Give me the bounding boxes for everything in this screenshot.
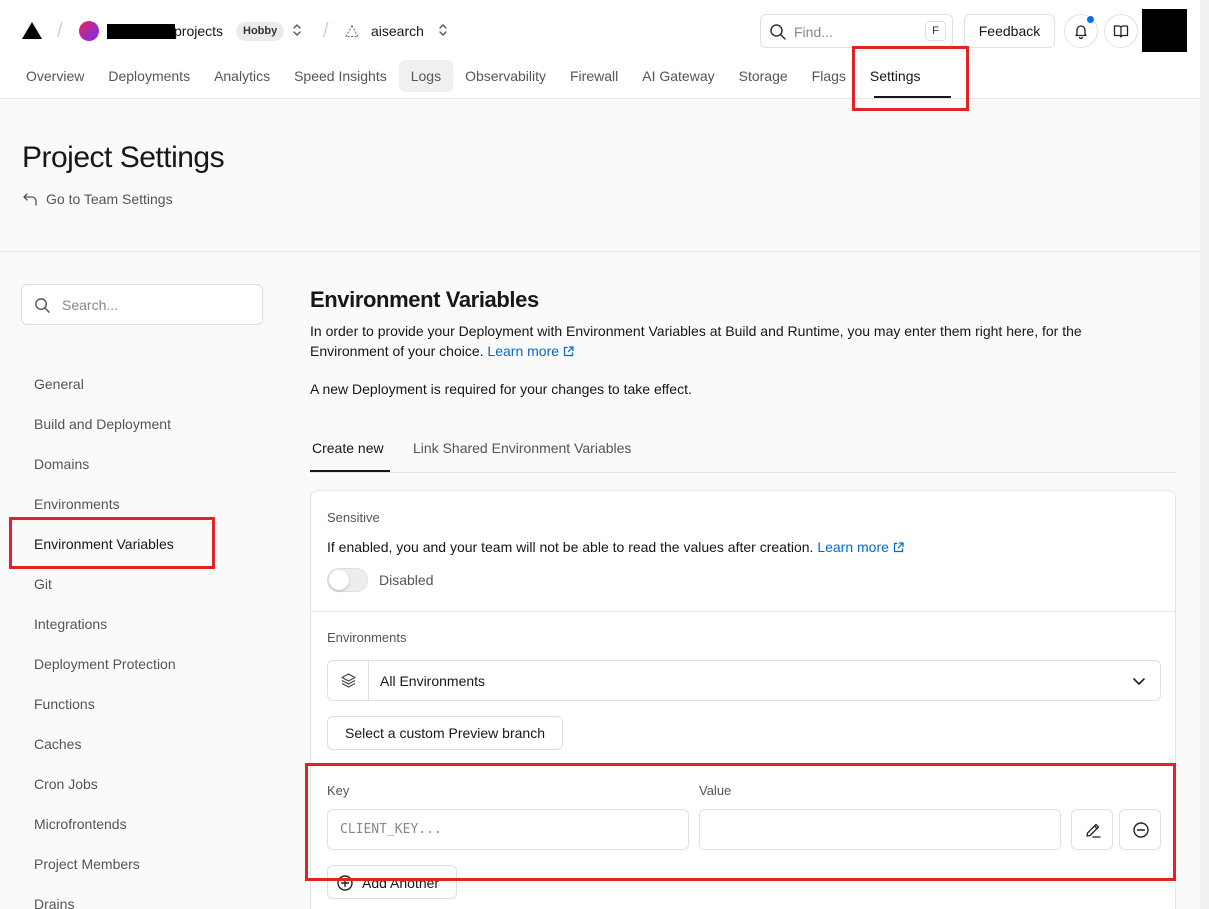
nav-logs[interactable]: Logs (398, 60, 454, 92)
search-icon (35, 298, 50, 313)
separator-slash: / (57, 20, 63, 42)
sidebar-item-microfrontends[interactable]: Microfrontends (34, 816, 127, 832)
docs-button[interactable] (1104, 14, 1138, 48)
custom-preview-branch-button[interactable]: Select a custom Preview branch (327, 716, 563, 750)
bell-icon (1075, 25, 1087, 39)
sidebar-item-drains[interactable]: Drains (34, 896, 74, 909)
nav-flags[interactable]: Flags (800, 60, 858, 92)
chevron-down-icon (1133, 678, 1145, 685)
sidebar-item-integrations[interactable]: Integrations (34, 616, 107, 632)
sidebar-item-general[interactable]: General (34, 376, 84, 392)
tab-link-shared[interactable]: Link Shared Environment Variables (413, 440, 631, 456)
sidebar-search-placeholder: Search... (62, 297, 119, 313)
team-name[interactable]: projects (174, 23, 223, 39)
environments-select-value: All Environments (380, 673, 486, 689)
sidebar-item-caches[interactable]: Caches (34, 736, 81, 752)
highlight-settings-tab (852, 46, 969, 111)
team-settings-link[interactable]: Go to Team Settings (22, 191, 173, 207)
book-icon (1113, 25, 1129, 38)
deployment-note: A new Deployment is required for your ch… (310, 381, 692, 397)
external-link-icon (563, 346, 574, 357)
nav-storage[interactable]: Storage (727, 60, 800, 92)
project-switcher-chevron-icon[interactable] (437, 21, 449, 39)
sensitive-toggle-label: Disabled (379, 572, 434, 588)
find-shortcut-key: F (925, 21, 946, 41)
learn-more-label: Learn more (487, 343, 560, 359)
sidebar-item-cron-jobs[interactable]: Cron Jobs (34, 776, 98, 792)
sensitive-label: Sensitive (327, 510, 380, 525)
find-input[interactable]: Find... F (760, 14, 953, 48)
highlight-key-value-row (305, 763, 1176, 881)
sensitive-toggle[interactable] (327, 568, 368, 592)
team-name-redacted (107, 24, 175, 39)
highlight-environment-variables (9, 517, 215, 569)
project-name[interactable]: aisearch (371, 23, 424, 39)
sensitive-description-text: If enabled, you and your team will not b… (327, 539, 814, 555)
sidebar-item-functions[interactable]: Functions (34, 696, 95, 712)
tab-create-new[interactable]: Create new (312, 440, 384, 456)
page-title: Project Settings (22, 141, 225, 174)
sensitive-learn-more-label: Learn more (817, 539, 889, 555)
sidebar-search-input[interactable]: Search... (21, 284, 263, 325)
notifications-button[interactable] (1064, 14, 1098, 48)
return-arrow-icon (23, 193, 37, 206)
user-avatar[interactable] (1142, 9, 1187, 52)
team-avatar[interactable] (79, 21, 99, 41)
project-nav: Overview Deployments Analytics Speed Ins… (14, 60, 932, 92)
sensitive-learn-more-link[interactable]: Learn more (817, 539, 904, 555)
nav-firewall[interactable]: Firewall (558, 60, 630, 92)
nav-overview[interactable]: Overview (14, 60, 96, 92)
nav-observability[interactable]: Observability (453, 60, 558, 92)
tabs-divider (310, 472, 1176, 473)
team-settings-label: Go to Team Settings (46, 191, 173, 207)
feedback-button[interactable]: Feedback (964, 14, 1055, 48)
nav-analytics[interactable]: Analytics (202, 60, 282, 92)
team-switcher-chevron-icon[interactable] (291, 21, 303, 39)
learn-more-link[interactable]: Learn more (487, 343, 574, 359)
find-placeholder: Find... (794, 24, 833, 40)
section-description: In order to provide your Deployment with… (310, 321, 1130, 361)
vercel-logo-icon[interactable] (22, 22, 42, 39)
nav-ai-gateway[interactable]: AI Gateway (630, 60, 726, 92)
external-link-icon (893, 542, 904, 553)
plan-badge: Hobby (236, 22, 285, 41)
card-divider (311, 611, 1175, 612)
search-icon (770, 24, 786, 40)
layers-icon (341, 673, 356, 688)
tab-active-indicator (310, 470, 390, 472)
sidebar-item-build-and-deployment[interactable]: Build and Deployment (34, 416, 171, 432)
sidebar-item-project-members[interactable]: Project Members (34, 856, 140, 872)
section-description-text: In order to provide your Deployment with… (310, 323, 1082, 359)
sidebar-item-deployment-protection[interactable]: Deployment Protection (34, 656, 176, 672)
title-divider (0, 251, 1200, 252)
project-triangle-icon (345, 24, 359, 37)
environments-label: Environments (327, 630, 407, 645)
separator-slash: / (323, 20, 329, 42)
sidebar-item-git[interactable]: Git (34, 576, 52, 592)
section-title: Environment Variables (310, 287, 539, 312)
sidebar-item-environments[interactable]: Environments (34, 496, 120, 512)
sidebar-item-domains[interactable]: Domains (34, 456, 89, 472)
page-scrollbar[interactable] (1200, 0, 1209, 909)
notification-dot (1086, 15, 1095, 24)
environments-select-prefix (328, 661, 369, 700)
nav-speed-insights[interactable]: Speed Insights (282, 60, 399, 92)
environments-select[interactable]: All Environments (327, 660, 1161, 701)
nav-deployments[interactable]: Deployments (96, 60, 202, 92)
top-header: / projects Hobby / aisearch Find... F Fe… (0, 0, 1209, 99)
sensitive-description: If enabled, you and your team will not b… (327, 539, 904, 555)
